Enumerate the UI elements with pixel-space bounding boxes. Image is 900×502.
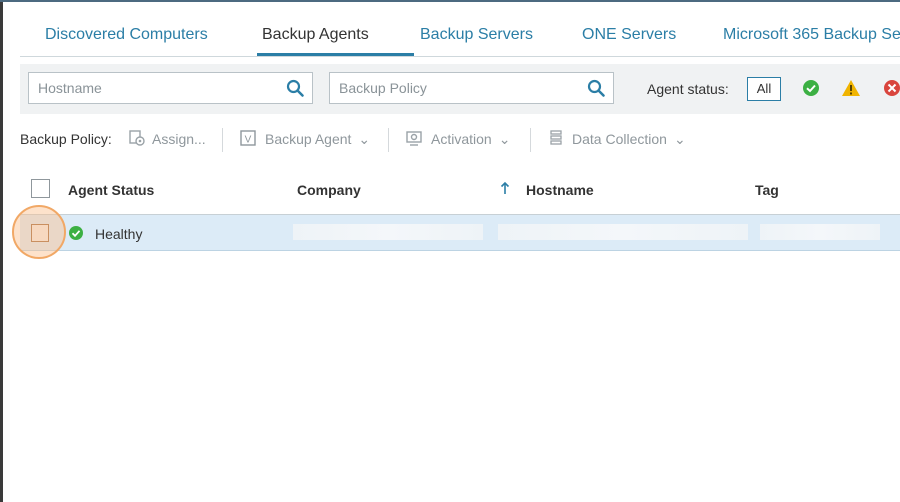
tab-backup-servers[interactable]: Backup Servers: [420, 26, 533, 44]
backup-policy-search-input[interactable]: [330, 73, 579, 103]
backup-agent-menu-button[interactable]: Backup Agent ⌄: [265, 131, 370, 148]
backup-agent-menu-label: Backup Agent: [265, 131, 352, 147]
search-icon[interactable]: [587, 79, 605, 97]
status-filter-error-icon[interactable]: [880, 76, 900, 100]
column-header-agent-status[interactable]: Agent Status: [68, 182, 154, 198]
healthy-status-icon: [69, 226, 83, 240]
column-header-hostname[interactable]: Hostname: [526, 182, 594, 198]
chevron-down-icon: ⌄: [673, 131, 686, 147]
grid-header: Agent Status Company Hostname Tag: [20, 172, 900, 216]
chevron-down-icon: ⌄: [498, 131, 511, 147]
assign-policy-icon: [129, 130, 145, 146]
status-filter-all-button[interactable]: All: [747, 77, 781, 101]
agent-status-label: Agent status:: [647, 81, 729, 97]
column-header-company[interactable]: Company: [297, 182, 361, 198]
chevron-down-icon: ⌄: [358, 131, 371, 147]
activation-icon: [406, 131, 422, 146]
backup-agent-icon: V: [240, 130, 256, 146]
tab-microsoft-365-backup-servers[interactable]: Microsoft 365 Backup Se: [723, 26, 900, 44]
toolbar-separator: [388, 128, 389, 152]
status-filter-warning-icon[interactable]: [839, 76, 863, 100]
tab-backup-agents[interactable]: Backup Agents: [262, 26, 369, 44]
window-top-border: [0, 0, 900, 2]
data-collection-menu-label: Data Collection: [572, 131, 667, 147]
svg-text:V: V: [245, 135, 252, 146]
toolbar: Backup Policy: Assign... V Backup Agent ⌄…: [20, 128, 900, 152]
backup-policy-search-field: [329, 72, 614, 104]
toolbar-separator: [530, 128, 531, 152]
select-all-checkbox[interactable]: [31, 179, 50, 198]
activation-menu-button[interactable]: Activation ⌄: [431, 131, 510, 148]
hostname-search-input[interactable]: [29, 73, 278, 103]
search-icon[interactable]: [286, 79, 304, 97]
tab-discovered-computers[interactable]: Discovered Computers: [45, 26, 208, 44]
toolbar-separator: [222, 128, 223, 152]
activation-menu-label: Activation: [431, 131, 492, 147]
table-row[interactable]: [20, 215, 900, 251]
window-left-border: [0, 0, 3, 502]
assign-button[interactable]: Assign...: [152, 131, 206, 147]
data-collection-menu-button[interactable]: Data Collection ⌄: [572, 131, 686, 148]
active-tab-indicator: [257, 53, 414, 56]
tab-bar: Discovered Computers Backup Agents Backu…: [20, 22, 900, 57]
tag-cell-redacted: [760, 224, 880, 240]
filter-bar: Agent status: All: [20, 64, 900, 114]
hostname-search-field: [28, 72, 313, 104]
backup-policy-label: Backup Policy:: [20, 131, 112, 147]
status-filter-ok-icon[interactable]: [799, 76, 823, 100]
company-cell-redacted: [293, 224, 483, 240]
column-header-tag[interactable]: Tag: [755, 182, 779, 198]
sort-ascending-icon[interactable]: [500, 180, 510, 196]
agent-status-cell: Healthy: [95, 226, 143, 242]
row-checkbox[interactable]: [31, 224, 49, 242]
tab-one-servers[interactable]: ONE Servers: [582, 26, 676, 44]
data-collection-icon: [550, 130, 562, 145]
hostname-cell-redacted: [498, 224, 748, 240]
